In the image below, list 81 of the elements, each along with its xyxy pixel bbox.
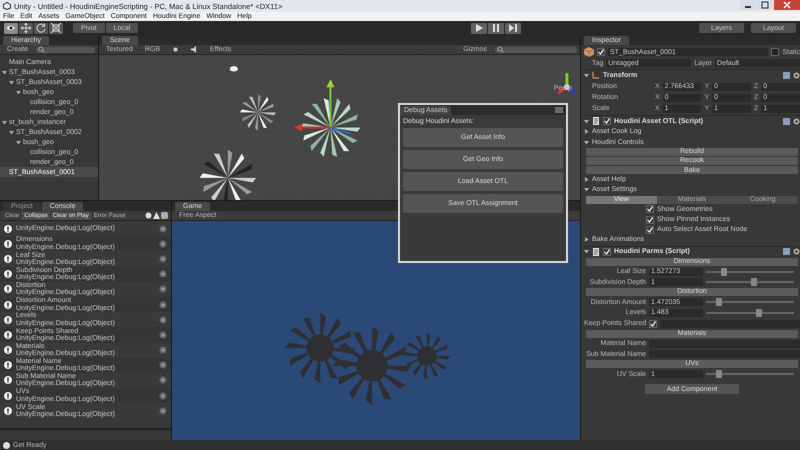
minimize-icon[interactable] bbox=[740, 0, 756, 10]
info-icon bbox=[4, 392, 12, 400]
pause-icon bbox=[490, 23, 501, 33]
tool-button[interactable] bbox=[4, 22, 18, 34]
expanded-arrow-icon bbox=[584, 140, 589, 144]
info-icon bbox=[4, 316, 12, 324]
expanded-arrow-icon[interactable] bbox=[2, 70, 7, 74]
close-icon[interactable] bbox=[774, 0, 800, 10]
tool-button[interactable] bbox=[34, 22, 48, 34]
search-icon bbox=[38, 46, 46, 53]
search-field[interactable] bbox=[495, 46, 577, 52]
rotate-tool-icon bbox=[35, 22, 47, 34]
info-icon bbox=[4, 300, 12, 309]
info-icon bbox=[4, 270, 12, 278]
tool-button[interactable] bbox=[49, 22, 63, 34]
static-checkbox[interactable] bbox=[771, 48, 780, 56]
slider-thumb[interactable] bbox=[751, 278, 758, 286]
search-icon bbox=[497, 46, 504, 53]
expanded-arrow-icon[interactable] bbox=[584, 118, 589, 124]
step-icon bbox=[508, 23, 518, 33]
scale-tool-icon bbox=[50, 22, 62, 34]
pause-button[interactable] bbox=[488, 22, 504, 34]
info-icon bbox=[4, 406, 12, 415]
slider-thumb[interactable] bbox=[720, 268, 727, 276]
slider-thumb[interactable] bbox=[756, 308, 762, 317]
gear-icon[interactable] bbox=[793, 72, 800, 79]
expanded-arrow-icon[interactable] bbox=[16, 140, 21, 144]
search-field[interactable] bbox=[36, 46, 95, 52]
active-checkbox[interactable] bbox=[597, 48, 605, 56]
info-filter-icon[interactable] bbox=[145, 212, 152, 219]
axes-icon bbox=[592, 71, 600, 80]
script-icon bbox=[592, 248, 600, 256]
bush-drawing bbox=[240, 94, 276, 131]
checkmark-icon bbox=[604, 248, 610, 255]
info-icon bbox=[4, 361, 12, 370]
info-icon bbox=[4, 346, 12, 354]
script-icon bbox=[592, 117, 600, 126]
checkbox[interactable] bbox=[646, 205, 654, 214]
cube-icon bbox=[584, 47, 594, 57]
checkmark-icon bbox=[650, 320, 656, 327]
expanded-arrow-icon bbox=[584, 187, 589, 192]
text-field[interactable] bbox=[649, 340, 800, 348]
expanded-arrow-icon[interactable] bbox=[9, 130, 14, 134]
checkbox[interactable] bbox=[649, 320, 657, 328]
maximize-icon[interactable] bbox=[757, 0, 773, 10]
expanded-arrow-icon[interactable] bbox=[9, 80, 14, 84]
info-icon bbox=[4, 254, 12, 263]
info-icon bbox=[4, 240, 12, 248]
book-icon[interactable] bbox=[783, 72, 790, 79]
enable-checkbox[interactable] bbox=[603, 117, 611, 126]
play-button[interactable] bbox=[470, 22, 487, 34]
book-icon[interactable] bbox=[783, 248, 790, 256]
expanded-arrow-icon[interactable] bbox=[16, 90, 21, 94]
book-icon[interactable] bbox=[783, 118, 790, 125]
checkmark-icon bbox=[598, 49, 604, 55]
sun-icon bbox=[172, 46, 180, 53]
text-field[interactable] bbox=[649, 350, 800, 358]
collapsed-arrow-icon bbox=[584, 237, 589, 242]
step-button[interactable] bbox=[504, 22, 521, 34]
gear-icon[interactable] bbox=[793, 248, 800, 256]
info-icon bbox=[4, 285, 12, 294]
expanded-arrow-icon[interactable] bbox=[2, 120, 7, 124]
move-tool-icon bbox=[20, 22, 32, 34]
checkbox[interactable] bbox=[646, 226, 654, 234]
slider-thumb[interactable] bbox=[716, 370, 722, 378]
expanded-arrow-icon[interactable] bbox=[584, 249, 589, 254]
play-icon bbox=[474, 23, 484, 33]
collapsed-arrow-icon bbox=[584, 177, 589, 182]
info-icon bbox=[4, 224, 12, 233]
gear-icon[interactable] bbox=[793, 118, 800, 125]
collapsed-arrow-icon bbox=[584, 129, 589, 134]
checkmark-icon bbox=[604, 118, 610, 124]
window-menu-icon[interactable] bbox=[555, 107, 563, 113]
tool-button[interactable] bbox=[19, 22, 33, 34]
expanded-arrow-icon[interactable] bbox=[584, 72, 589, 78]
checkbox[interactable] bbox=[646, 216, 654, 224]
info-icon bbox=[4, 376, 12, 384]
info-icon bbox=[3, 442, 10, 448]
slider-thumb[interactable] bbox=[716, 298, 722, 306]
info-icon bbox=[4, 330, 12, 339]
enable-checkbox[interactable] bbox=[603, 248, 611, 256]
